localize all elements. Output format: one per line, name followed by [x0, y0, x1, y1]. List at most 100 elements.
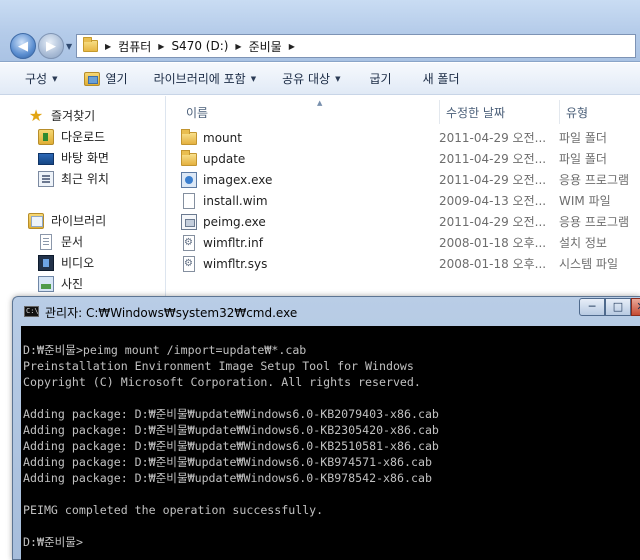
column-type-label: 유형	[566, 105, 589, 120]
console-line: Preinstallation Environment Image Setup …	[23, 359, 414, 373]
file-name: update	[203, 151, 246, 166]
file-row[interactable]: imagex.exe 2011-04-29 오전... 응용 프로그램	[181, 169, 640, 190]
nav-desktop[interactable]: 바탕 화면	[38, 149, 109, 166]
nav-documents-label: 문서	[61, 235, 84, 249]
column-header-name[interactable]: ▲ 이름	[179, 99, 439, 124]
nav-favorites-label: 즐겨찾기	[51, 109, 96, 123]
maximize-button[interactable]: □	[605, 298, 631, 316]
chevron-right-icon[interactable]: ▶	[289, 42, 295, 51]
file-type: 응용 프로그램	[559, 173, 630, 187]
nav-desktop-label: 바탕 화면	[61, 151, 109, 165]
console-output[interactable]: D:₩준비물>peimg mount /import=update₩*.cab …	[21, 326, 640, 560]
file-row[interactable]: wimfltr.inf 2008-01-18 오후... 설치 정보	[181, 232, 640, 253]
minimize-button[interactable]: ─	[579, 298, 605, 316]
file-list: ▲ 이름 수정한 날짜 유형 mount 2011-04-29 오전... 파일…	[167, 96, 640, 296]
command-bar: 구성 ▼ 열기 라이브러리에 포함 ▼ 공유 대상 ▼ 굽기 새 폴더	[0, 63, 640, 95]
breadcrumb-drive[interactable]: S470 (D:)	[171, 39, 228, 53]
nav-recent[interactable]: 최근 위치	[38, 170, 109, 187]
file-date: 2008-01-18 오후...	[439, 236, 547, 250]
cmd-title-bar[interactable]: C:\ 관리자: C:₩Windows₩system32₩cmd.exe ─ □…	[13, 297, 640, 324]
back-button[interactable]: ◀	[10, 33, 36, 59]
nav-libraries[interactable]: 라이브러리	[28, 212, 106, 229]
exe-icon	[181, 213, 197, 230]
new-folder-label: 새 폴더	[422, 72, 460, 86]
chevron-down-icon: ▼	[52, 74, 58, 83]
desktop-icon	[38, 152, 54, 165]
new-folder-button[interactable]: 새 폴더	[423, 63, 460, 94]
file-date: 2011-04-29 오전...	[439, 131, 547, 145]
breadcrumb-computer[interactable]: 컴퓨터	[118, 38, 151, 55]
file-row[interactable]: wimfltr.sys 2008-01-18 오후... 시스템 파일	[181, 253, 640, 274]
file-icon	[183, 192, 195, 209]
nav-recent-label: 최근 위치	[61, 172, 109, 186]
chevron-down-icon: ▼	[335, 74, 341, 83]
sort-ascending-icon: ▲	[317, 99, 323, 107]
console-line: Copyright (C) Microsoft Corporation. All…	[23, 375, 421, 389]
console-line: Adding package: D:₩준비물₩update₩Windows6.0…	[23, 471, 432, 485]
chevron-right-icon[interactable]: ▶	[158, 42, 164, 51]
file-date: 2011-04-29 오전...	[439, 215, 547, 229]
share-with-button[interactable]: 공유 대상 ▼	[282, 63, 340, 94]
recent-pages-dropdown-icon[interactable]: ▼	[66, 42, 72, 51]
console-line: D:₩준비물>peimg mount /import=update₩*.cab	[23, 343, 307, 357]
file-name-cell: peimg.exe	[181, 213, 439, 230]
console-icon: C:\	[24, 306, 39, 317]
chevron-right-icon[interactable]: ▶	[105, 42, 111, 51]
console-line: Adding package: D:₩준비물₩update₩Windows6.0…	[23, 423, 439, 437]
file-type: 파일 폴더	[559, 131, 607, 145]
file-date: 2011-04-29 오전...	[439, 173, 547, 187]
file-name-cell: mount	[181, 129, 439, 145]
file-row[interactable]: install.wim 2009-04-13 오전... WIM 파일	[181, 190, 640, 211]
file-name: mount	[203, 130, 242, 145]
nav-libraries-label: 라이브러리	[51, 214, 107, 228]
chevron-down-icon: ▼	[250, 74, 257, 83]
folder-icon	[181, 150, 197, 166]
folder-icon	[181, 129, 197, 145]
nav-videos[interactable]: 비디오	[38, 254, 94, 271]
open-button[interactable]: 열기	[84, 63, 128, 94]
organize-button[interactable]: 구성 ▼	[25, 63, 57, 94]
burn-label: 굽기	[369, 72, 392, 86]
file-name: install.wim	[203, 193, 268, 208]
file-name-cell: install.wim	[181, 192, 439, 209]
nav-favorites[interactable]: ★ 즐겨찾기	[28, 107, 95, 124]
nav-pictures[interactable]: 사진	[38, 275, 83, 292]
file-type: 설치 정보	[559, 236, 607, 250]
column-header-type[interactable]: 유형	[559, 100, 640, 124]
address-bar[interactable]: ▶ 컴퓨터 ▶ S470 (D:) ▶ 준비물 ▶	[76, 34, 636, 58]
nav-downloads[interactable]: 다운로드	[38, 128, 105, 145]
console-line: PEIMG completed the operation successful…	[23, 503, 324, 517]
cmd-window[interactable]: C:\ 관리자: C:₩Windows₩system32₩cmd.exe ─ □…	[12, 296, 640, 560]
file-row[interactable]: mount 2011-04-29 오전... 파일 폴더	[181, 127, 640, 148]
file-name: wimfltr.sys	[203, 256, 268, 271]
organize-label: 구성	[25, 72, 48, 86]
file-row[interactable]: peimg.exe 2011-04-29 오전... 응용 프로그램	[181, 211, 640, 232]
open-folder-icon	[84, 71, 101, 86]
burn-button[interactable]: 굽기	[369, 63, 391, 94]
forward-button[interactable]: ▶	[38, 33, 64, 59]
breadcrumb-folder[interactable]: 준비물	[249, 38, 282, 55]
column-header-date[interactable]: 수정한 날짜	[439, 100, 559, 124]
file-row[interactable]: update 2011-04-29 오전... 파일 폴더	[181, 148, 640, 169]
console-line: Adding package: D:₩준비물₩update₩Windows6.0…	[23, 439, 439, 453]
exe-icon	[181, 171, 197, 188]
close-button[interactable]: ✕	[631, 298, 640, 316]
include-in-library-button[interactable]: 라이브러리에 포함 ▼	[154, 63, 257, 94]
file-name-cell: wimfltr.inf	[181, 234, 439, 251]
console-prompt[interactable]: D:₩준비물>	[23, 534, 640, 550]
column-date-label: 수정한 날짜	[446, 105, 506, 120]
nav-pictures-label: 사진	[61, 277, 84, 291]
file-type: WIM 파일	[559, 194, 611, 208]
file-name-cell: imagex.exe	[181, 171, 439, 188]
file-date: 2009-04-13 오전...	[439, 194, 547, 208]
file-name-cell: update	[181, 150, 439, 166]
file-name-cell: wimfltr.sys	[181, 255, 439, 272]
document-icon	[40, 233, 52, 250]
nav-documents[interactable]: 문서	[38, 233, 83, 250]
file-name: peimg.exe	[203, 214, 266, 229]
include-library-label: 라이브러리에 포함	[153, 72, 246, 86]
chevron-right-icon[interactable]: ▶	[235, 42, 241, 51]
